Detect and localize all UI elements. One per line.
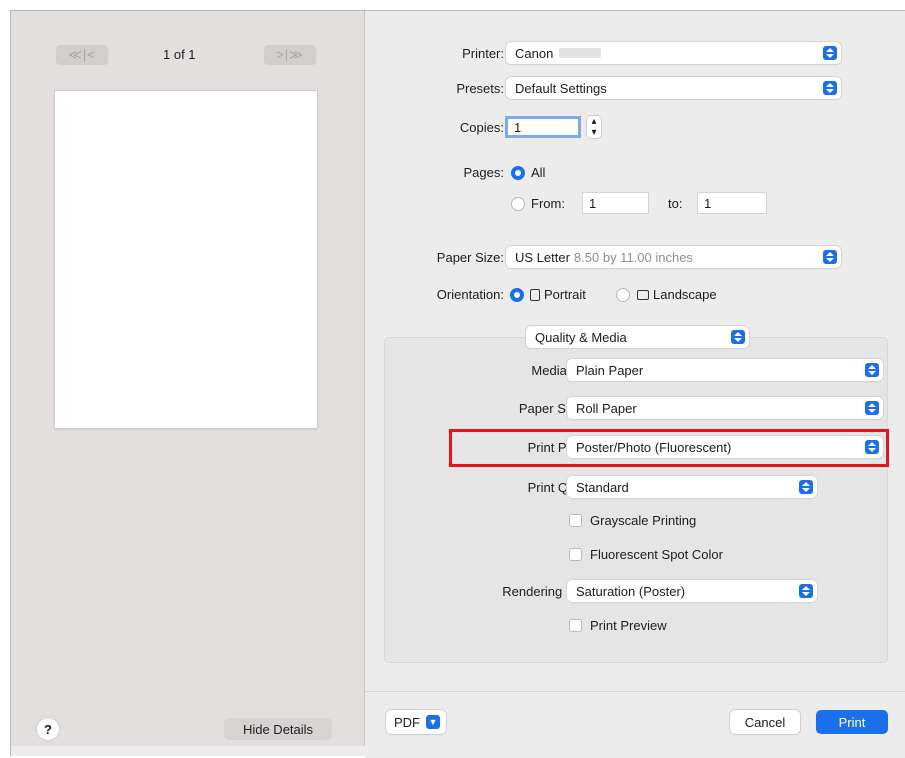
rendering-intent-value: Saturation (Poster) (576, 583, 686, 599)
page-preview (55, 91, 317, 428)
pages-from-field[interactable]: 1 (582, 192, 649, 214)
paper-size-value: US Letter (515, 249, 570, 265)
portrait-label: Portrait (544, 287, 586, 302)
pdf-menu-button[interactable]: PDF ▼ (386, 710, 446, 734)
printer-label: Printer: (462, 46, 504, 61)
settings-pane: Printer: Canon Presets: Default Settings… (365, 11, 905, 691)
popup-arrows-icon (799, 480, 813, 494)
paper-size-detail: 8.50 by 11.00 inches (573, 249, 693, 265)
popup-arrows-icon (823, 250, 837, 264)
print-preview-checkbox[interactable] (569, 619, 582, 632)
portrait-option[interactable]: Portrait (528, 287, 586, 302)
help-button[interactable]: ? (37, 718, 59, 740)
presets-popup[interactable]: Default Settings (506, 77, 841, 99)
printer-popup[interactable]: Canon (506, 42, 841, 64)
media-type-value: Plain Paper (576, 362, 644, 378)
presets-label: Presets: (456, 81, 504, 96)
print-priority-popup[interactable]: Poster/Photo (Fluorescent) (567, 436, 883, 458)
popup-arrows-icon (731, 330, 745, 344)
paper-source-value: Roll Paper (576, 400, 637, 416)
grayscale-label: Grayscale Printing (590, 513, 697, 528)
popup-arrows-icon (865, 440, 879, 454)
copies-field[interactable]: 1 (505, 116, 581, 138)
pages-from-radio[interactable] (511, 197, 525, 211)
landscape-option[interactable]: Landscape (635, 287, 717, 302)
redacted-model (559, 48, 602, 58)
orientation-label: Orientation: (436, 287, 504, 302)
pages-from-label: From: (531, 196, 565, 211)
landscape-label: Landscape (653, 287, 717, 302)
print-preview-label: Print Preview (590, 618, 667, 633)
popup-arrows-icon (865, 363, 879, 377)
pdf-label: PDF (394, 714, 420, 730)
fluorescent-label: Fluorescent Spot Color (590, 547, 723, 562)
print-quality-value: Standard (576, 479, 629, 495)
section-selector-value: Quality & Media (535, 329, 627, 345)
preview-sidebar: ≪|< 1 of 1 >|≫ (11, 11, 365, 746)
pages-to-label: to: (668, 196, 683, 211)
presets-value: Default Settings (515, 80, 607, 96)
rendering-intent-popup[interactable]: Saturation (Poster) (567, 580, 817, 602)
paper-size-popup[interactable]: US Letter 8.50 by 11.00 inches (506, 246, 841, 268)
copies-stepper[interactable]: ▴ ▾ (587, 116, 601, 138)
last-page-button[interactable]: >|≫ (264, 45, 316, 65)
landscape-icon (637, 290, 649, 300)
chevron-down-icon: ▼ (426, 715, 440, 729)
cancel-button[interactable]: Cancel (730, 710, 800, 734)
portrait-radio[interactable] (510, 288, 524, 302)
paper-size-label: Paper Size: (436, 250, 504, 265)
pages-to-field[interactable]: 1 (697, 192, 767, 214)
first-page-button[interactable]: ≪|< (56, 45, 108, 65)
print-priority-value: Poster/Photo (Fluorescent) (576, 439, 732, 455)
portrait-icon (530, 289, 540, 301)
printer-value: Canon (515, 45, 554, 61)
print-quality-popup[interactable]: Standard (567, 476, 817, 498)
grayscale-checkbox[interactable] (569, 514, 582, 527)
quality-media-panel (384, 337, 888, 663)
pages-label: Pages: (463, 165, 504, 180)
hide-details-button[interactable]: Hide Details (224, 718, 332, 740)
dialog-footer: PDF ▼ Cancel Print (365, 691, 905, 758)
pages-all-label: All (531, 165, 546, 180)
copies-label: Copies: (459, 120, 504, 135)
print-dialog: ≪|< 1 of 1 >|≫ Printer: Canon Presets: D… (10, 10, 905, 758)
fluorescent-checkbox[interactable] (569, 548, 582, 561)
pages-all-radio[interactable] (511, 166, 525, 180)
landscape-radio[interactable] (616, 288, 630, 302)
paper-source-popup[interactable]: Roll Paper (567, 397, 883, 419)
page-counter: 1 of 1 (163, 47, 196, 62)
popup-arrows-icon (823, 81, 837, 95)
popup-arrows-icon (865, 401, 879, 415)
print-button[interactable]: Print (816, 710, 888, 734)
popup-arrows-icon (799, 584, 813, 598)
section-selector[interactable]: Quality & Media (526, 326, 749, 348)
media-type-popup[interactable]: Plain Paper (567, 359, 883, 381)
popup-arrows-icon (823, 46, 837, 60)
